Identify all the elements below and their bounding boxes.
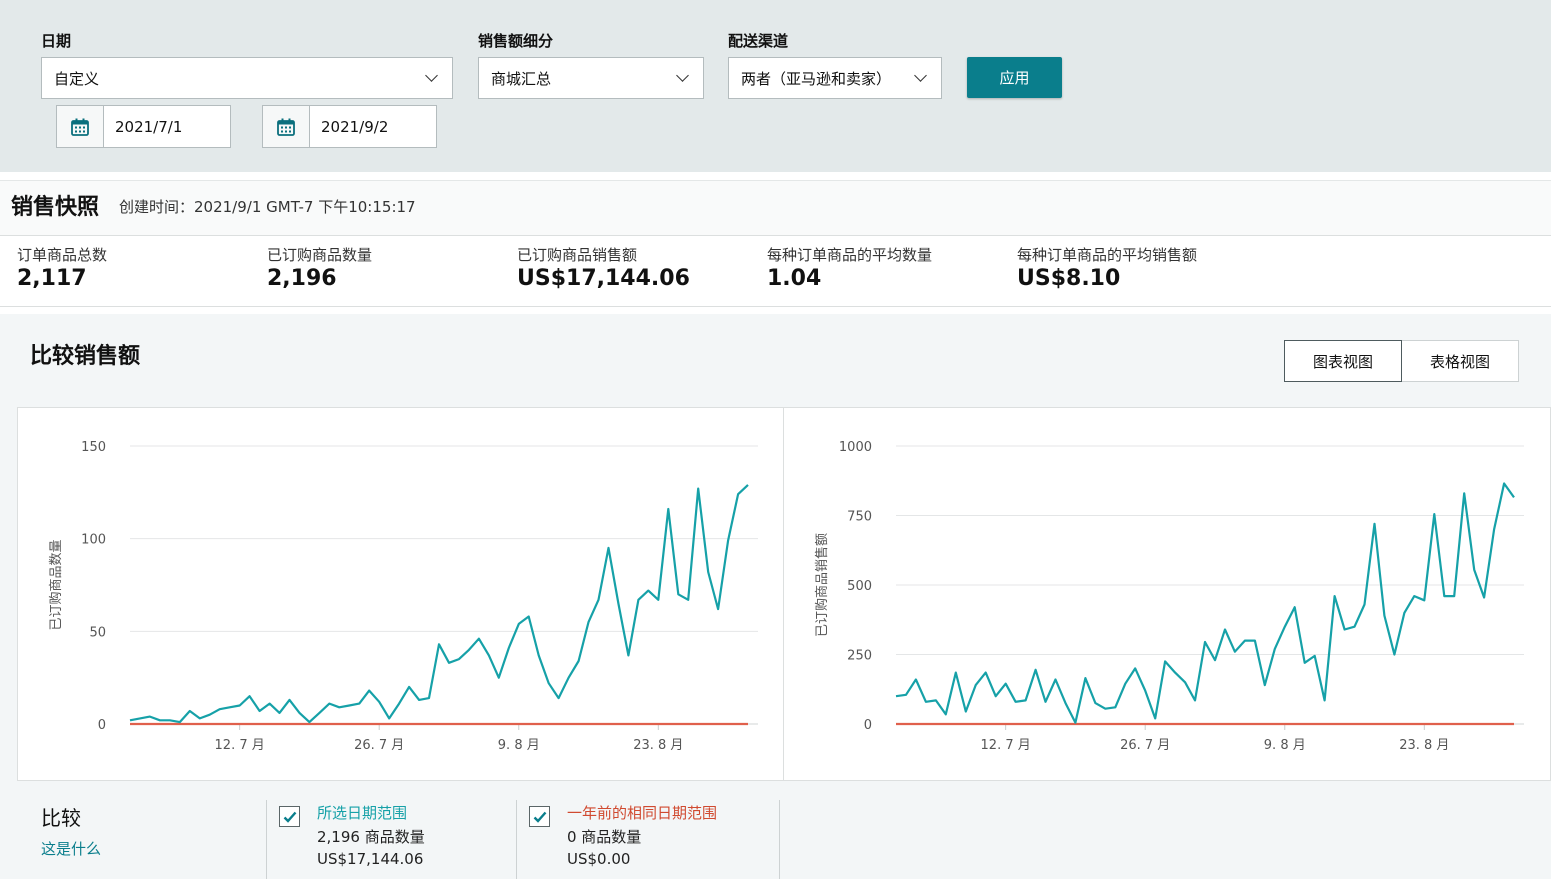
metric-avg-sales-per-item: 每种订单商品的平均销售额 US$8.10 (1017, 244, 1197, 291)
metric-total-order-items: 订单商品总数 2,117 (17, 244, 107, 291)
units-ordered-chart: 0 50 100 150 已订购商品数量 12. 7 月 26. 7 月 9. 8 月 23. … (48, 440, 758, 753)
x-tick-label: 26. 7 月 (354, 738, 404, 753)
x-tick-label: 9. 8 月 (1264, 738, 1306, 753)
sales-chart: 0 250 500 750 1000 已订购商品销售额 12. 7 月 26. 7 月 9. 8… (814, 440, 1524, 753)
metric-label: 已订购商品数量 (267, 246, 373, 264)
fulfillment-select[interactable]: 两者（亚马逊和卖家） (728, 57, 942, 99)
checkmark-icon (283, 811, 296, 823)
chevron-down-icon (425, 69, 438, 82)
chevron-down-icon (914, 69, 927, 82)
snapshot-created-time: 创建时间：2021/9/1 GMT-7 下午10:15:17 (119, 198, 416, 216)
sales-breakdown-label: 销售额细分 (478, 32, 554, 50)
x-tick-label: 9. 8 月 (498, 738, 540, 753)
current-range-checkbox[interactable] (279, 806, 300, 827)
y-tick-label: 0 (864, 718, 872, 733)
snapshot-metrics: 订单商品总数 2,117 已订购商品数量 2,196 已订购商品销售额 US$1… (0, 236, 1551, 307)
y-tick-label: 750 (847, 510, 872, 525)
date-range-select[interactable]: 自定义 (41, 57, 453, 99)
metric-ordered-product-sales: 已订购商品销售额 US$17,144.06 (517, 244, 690, 291)
y-axis-label: 已订购商品销售额 (814, 533, 830, 637)
metric-value: 1.04 (767, 266, 822, 291)
legend-text: 所选日期范围 2,196 商品数量 US$17,144.06 (317, 802, 425, 868)
chart-view-button[interactable]: 图表视图 (1284, 340, 1403, 382)
sales-breakdown-value: 商城汇总 (491, 69, 552, 88)
end-date-picker (262, 105, 437, 148)
date-range-value: 自定义 (54, 69, 100, 88)
metric-value: US$17,144.06 (517, 266, 690, 291)
y-tick-label: 0 (98, 718, 106, 733)
legend-separator (779, 800, 780, 879)
charts-container: 0 50 100 150 已订购商品数量 12. 7 月 26. 7 月 9. 8 月 23. … (17, 407, 1551, 781)
compare-sales-section: 比较销售额 图表视图 表格视图 0 50 100 150 已订购商品数量 12. 7 月 2… (0, 314, 1551, 879)
legend-separator (516, 800, 517, 879)
y-tick-label: 100 (81, 533, 106, 548)
y-tick-label: 250 (847, 649, 872, 664)
metric-label: 每种订单商品的平均数量 (767, 246, 933, 264)
start-date-picker (56, 105, 231, 148)
legend-series-name: 一年前的相同日期范围 (567, 804, 718, 822)
sales-snapshot-header: 销售快照 创建时间：2021/9/1 GMT-7 下午10:15:17 (0, 180, 1551, 236)
y-tick-label: 150 (81, 440, 106, 455)
legend-series-name: 所选日期范围 (317, 804, 408, 822)
metric-avg-units-per-item: 每种订单商品的平均数量 1.04 (767, 244, 932, 291)
x-tick-label: 26. 7 月 (1120, 738, 1170, 753)
metric-value: US$8.10 (1017, 266, 1121, 291)
comparison-legend: 比较 这是什么 所选日期范围 2,196 商品数量 US$17,144.06 一… (0, 786, 1551, 879)
compare-sales-title: 比较销售额 (30, 344, 141, 369)
chevron-down-icon (676, 69, 689, 82)
x-tick-label: 23. 8 月 (1399, 738, 1449, 753)
fulfillment-label: 配送渠道 (728, 32, 789, 50)
apply-button[interactable]: 应用 (967, 57, 1062, 98)
current-range-line (129, 484, 749, 724)
table-view-button[interactable]: 表格视图 (1402, 340, 1520, 382)
x-tick-label: 12. 7 月 (215, 738, 265, 753)
filter-panel: 日期 自定义 销售额细分 商城汇总 配送渠道 两者（亚马逊和卖家） 应用 (0, 0, 1551, 172)
fulfillment-value: 两者（亚马逊和卖家） (741, 69, 892, 88)
start-date-input[interactable] (104, 117, 224, 136)
calendar-icon[interactable] (263, 106, 310, 147)
legend-sales: US$17,144.06 (317, 850, 424, 868)
sales-breakdown-select[interactable]: 商城汇总 (478, 57, 704, 99)
calendar-icon[interactable] (57, 106, 104, 147)
metric-label: 已订购商品销售额 (517, 246, 638, 264)
legend-sales: US$0.00 (567, 850, 631, 868)
x-tick-label: 23. 8 月 (633, 738, 683, 753)
metric-value: 2,117 (17, 266, 87, 291)
legend-separator (266, 800, 267, 879)
y-tick-label: 50 (89, 625, 106, 640)
view-toggle: 图表视图 表格视图 (1284, 340, 1520, 382)
y-axis-label: 已订购商品数量 (48, 539, 64, 630)
snapshot-title: 销售快照 (11, 195, 100, 220)
end-date-input[interactable] (310, 117, 430, 136)
legend-qty: 0 商品数量 (567, 828, 642, 846)
x-tick-label: 12. 7 月 (981, 738, 1031, 753)
legend-qty: 2,196 商品数量 (317, 828, 425, 846)
metric-value: 2,196 (267, 266, 337, 291)
date-label: 日期 (41, 32, 72, 50)
what-is-this-link[interactable]: 这是什么 (41, 838, 101, 859)
metric-label: 每种订单商品的平均销售额 (1017, 246, 1198, 264)
legend-text: 一年前的相同日期范围 0 商品数量 US$0.00 (567, 802, 717, 868)
metric-units-ordered: 已订购商品数量 2,196 (267, 244, 372, 291)
y-tick-label: 1000 (839, 440, 872, 455)
current-range-line (895, 482, 1515, 724)
legend-title: 比较 (41, 806, 81, 830)
checkmark-icon (533, 811, 546, 823)
last-year-checkbox[interactable] (529, 806, 550, 827)
y-tick-label: 500 (847, 579, 872, 594)
metric-label: 订单商品总数 (17, 246, 108, 264)
